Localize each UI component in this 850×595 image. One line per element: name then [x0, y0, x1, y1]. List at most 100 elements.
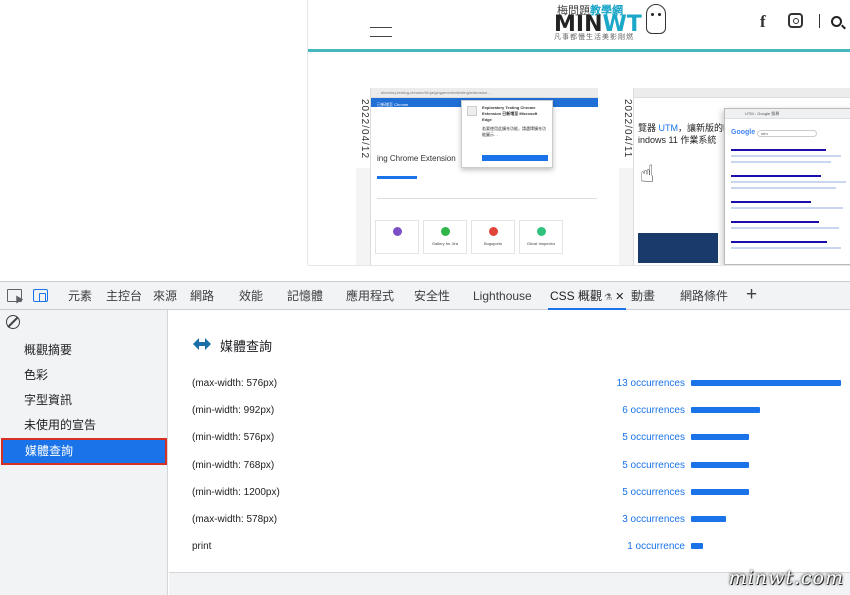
result-line [731, 155, 841, 157]
tab-memory[interactable]: 記憶體 [285, 282, 325, 310]
inspect-element-icon[interactable] [7, 289, 22, 302]
result-line [731, 181, 846, 183]
add-tab-icon[interactable]: + [746, 284, 757, 306]
occurrences-bar [691, 380, 841, 386]
double-arrow-icon [193, 338, 211, 350]
media-queries-panel: 媒體查詢 (max-width: 576px) 13 occurrences (mi… [169, 310, 850, 595]
tab-console[interactable]: 主控台 [104, 282, 144, 310]
result-line [731, 247, 841, 249]
close-icon[interactable]: ✕ [615, 291, 624, 303]
flask-icon: ⚗ [604, 292, 613, 302]
tab-sources[interactable]: 來源 [151, 282, 179, 310]
occurrences-link[interactable]: 13 occurrences [509, 376, 685, 392]
device-toolbar-icon[interactable] [33, 289, 48, 302]
media-query-row: (max-width: 578px) 3 occurrences [169, 512, 850, 539]
tab-css-overview[interactable]: CSS 概觀 ⚗ ✕ [548, 282, 627, 310]
occurrences-bar [691, 461, 749, 468]
tab-network[interactable]: 網路 [188, 282, 216, 310]
occurrences-link[interactable]: 5 occurrences [509, 458, 685, 474]
result-line [731, 221, 819, 223]
logo-mascot-icon [646, 4, 666, 34]
devtools-tabbar: 元素 主控台 來源 網路 效能 記憶體 應用程式 安全性 Lighthouse … [0, 281, 850, 310]
popup-title: Exploratory Testing Chrome Extension 已新增… [482, 105, 538, 122]
result-line [731, 161, 831, 163]
sidebar-item-font-info[interactable]: 字型資訊 [0, 388, 168, 413]
pointer-icon: ☝ [640, 161, 655, 188]
sidebar-item-media-queries[interactable]: 媒體查詢 [1, 438, 167, 465]
extension-icon [467, 106, 477, 116]
result-line [731, 227, 839, 229]
sidebar-item-overview-summary[interactable]: 概觀摘要 [0, 338, 168, 363]
thumb-windows-image [638, 233, 718, 263]
watermark: minwt.com [728, 567, 844, 589]
result-line [731, 207, 843, 209]
card-date: 2022/04/11 [619, 88, 633, 168]
thumb-tile: Bugsports [471, 220, 515, 254]
thumb-tile: Gallery for Jira [423, 220, 467, 254]
google-logo: Google [731, 129, 756, 136]
google-query: utm [757, 130, 817, 137]
result-line [731, 201, 811, 203]
occurrences-bar [691, 407, 760, 414]
occurrences-link[interactable]: 1 occurrence [509, 539, 685, 555]
thumb-tile [375, 220, 419, 254]
logo-subtitle: 凡事都慢生活美影剛燃 [554, 34, 634, 41]
sidebar-item-unused-declarations[interactable]: 未使用的宣告 [0, 413, 168, 438]
result-line [731, 175, 821, 177]
clear-overview-icon[interactable] [6, 315, 20, 329]
facebook-icon[interactable]: f [760, 12, 766, 32]
website-frame: 梅問題教學網 MINWT 凡事都慢生活美影剛燃 f 2022/04/12 …di… [308, 0, 850, 265]
menu-icon[interactable] [370, 27, 392, 39]
occurrences-link[interactable]: 6 occurrences [509, 403, 685, 419]
tab-security[interactable]: 安全性 [412, 282, 452, 310]
result-line [731, 187, 836, 189]
thumb-google-window: UTM - Google 搜尋 Google utm [724, 108, 850, 265]
page-preview: 梅問題教學網 MINWT 凡事都慢生活美影剛燃 f 2022/04/12 …di… [0, 0, 850, 281]
tab-lighthouse[interactable]: Lighthouse [471, 282, 534, 310]
tab-application[interactable]: 應用程式 [344, 282, 396, 310]
card-thumbnail: 覽器 UTM，讓新版的MAC indows 11 作業系統 ☝ UTM - Go… [633, 88, 850, 265]
media-query-text: (min-width: 992px) [192, 405, 275, 417]
search-icon[interactable] [831, 16, 842, 27]
occurrences-link[interactable]: 3 occurrences [509, 512, 685, 528]
sidebar-item-colors[interactable]: 色彩 [0, 363, 168, 388]
occurrences-bar [691, 488, 749, 495]
site-logo[interactable]: 梅問題教學網 MINWT 凡事都慢生活美影剛燃 [554, 2, 666, 42]
instagram-icon[interactable] [788, 13, 803, 28]
tab-elements[interactable]: 元素 [66, 282, 94, 310]
article-card[interactable]: 2022/04/11 覽器 UTM，讓新版的MAC indows 11 作業系統… [619, 88, 850, 265]
occurrences-bar [691, 543, 703, 550]
media-query-row: (min-width: 1200px) 5 occurrences [169, 485, 850, 512]
site-header: 梅問題教學網 MINWT 凡事都慢生活美影剛燃 f [308, 0, 850, 52]
thumb-divider [377, 198, 597, 199]
tab-animations[interactable]: 動畫 [629, 282, 657, 310]
media-query-row: (min-width: 768px) 5 occurrences [169, 458, 850, 485]
occurrences-link[interactable]: 5 occurrences [509, 430, 685, 446]
thumb-popup: Exploratory Testing Chrome Extension 已新增… [461, 100, 553, 168]
tab-css-overview-label: CSS 概觀 [550, 289, 603, 303]
thumb-address-bar [634, 88, 850, 98]
tab-performance[interactable]: 效能 [237, 282, 265, 310]
divider [819, 14, 820, 28]
media-query-text: (max-width: 576px) [192, 378, 278, 389]
card-date: 2022/04/12 [356, 88, 370, 168]
result-line [731, 241, 827, 243]
devtools-panel: 元素 主控台 來源 網路 效能 記憶體 應用程式 安全性 Lighthouse … [0, 281, 850, 595]
thumb-accent [377, 176, 417, 179]
media-query-row: (min-width: 992px) 6 occurrences [169, 403, 850, 430]
article-card[interactable]: 2022/04/12 …directory.testing-chrome/hl=… [356, 88, 598, 265]
media-query-text: (max-width: 578px) [192, 514, 278, 525]
media-query-text: print [192, 541, 212, 553]
thumb-tab-label: 已新增至 Chrome [377, 102, 409, 107]
css-overview-sidebar: 概觀摘要 色彩 字型資訊 未使用的宣告 媒體查詢 [0, 310, 168, 595]
occurrences-link[interactable]: 5 occurrences [509, 485, 685, 501]
media-query-text: (min-width: 1200px) [192, 486, 280, 498]
occurrences-bar [691, 516, 726, 522]
tab-network-conditions[interactable]: 網路條件 [678, 282, 730, 310]
popup-button [482, 155, 548, 161]
media-query-row: print 1 occurrence [169, 539, 850, 566]
popup-body: 若要使用此擴充功能，請選擇擴充功能圖示… [482, 126, 546, 137]
thumb-headline: ing Chrome Extension [377, 154, 456, 163]
media-query-text: (min-width: 768px) [192, 459, 275, 471]
media-query-row: (max-width: 576px) 13 occurrences [169, 376, 850, 403]
